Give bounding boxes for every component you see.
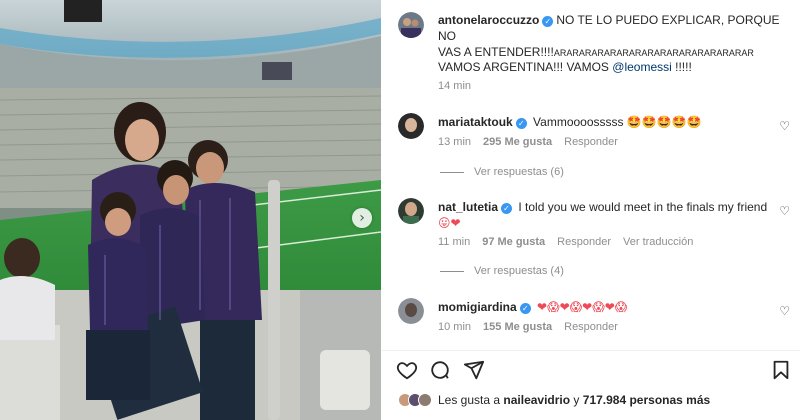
comment-avatar[interactable] (398, 113, 424, 139)
stadium-photo-image (0, 0, 381, 420)
likes-middle: y (570, 393, 583, 407)
comment-body: momigiardina ✓ ❤😱❤😱❤😱❤😱 (438, 299, 773, 315)
comment-body: mariataktouk ✓ Vammoooosssss 🤩🤩🤩🤩🤩 (438, 114, 773, 130)
paper-plane-icon[interactable] (463, 359, 485, 381)
star-struck-emoji-icon: 🤩🤩🤩🤩🤩 (626, 115, 702, 129)
comment-avatar[interactable] (398, 298, 424, 324)
comment-likes[interactable]: 155 Me gusta (483, 321, 552, 333)
caption-line-2-chant: ARARARARARARARARARARARARARARARAR (553, 48, 754, 58)
verified-badge-icon: ✓ (501, 203, 513, 214)
post-photo: › (0, 0, 381, 420)
likes-count[interactable]: 717.984 personas más (583, 393, 710, 407)
reply-button[interactable]: Responder (557, 236, 611, 248)
comment-likes[interactable]: 295 Me gusta (483, 136, 552, 148)
like-comment-heart-icon[interactable]: ♡ (779, 204, 790, 218)
liker-username[interactable]: naileavidrio (503, 393, 570, 407)
comment-time: 11 min (438, 236, 471, 248)
comment-time: 10 min (438, 321, 472, 333)
tongue-face-heart-emoji-icon: 😛❤ (438, 216, 461, 230)
post-caption: antonelaroccuzzo ✓ NO TE LO PUEDO EXPLICAR… (438, 12, 788, 61)
verified-badge-icon: ✓ (542, 16, 554, 27)
likes-summary: Les gusta a naileavidrio y 717.984 perso… (398, 393, 710, 407)
replies-line (440, 270, 464, 272)
see-translation-button[interactable]: Ver traducción (623, 236, 693, 248)
caption-line-3: VAMOS ARGENTINA!!! VAMOS @leomessi !!!!! (438, 60, 692, 74)
comment-meta: 13 min 295 Me gusta Responder (438, 136, 630, 148)
author-username[interactable]: antonelaroccuzzo (438, 13, 539, 27)
verified-badge-icon: ✓ (515, 118, 527, 129)
caption-line-2: VAS A ENTENDER!!!! (438, 45, 554, 59)
caption-line-3-end: !!!!! (671, 60, 692, 74)
post-time: 14 min (438, 80, 472, 92)
comment-meta: 10 min 155 Me gusta Responder (438, 321, 630, 333)
caption-line-3-text: VAMOS ARGENTINA!!! VAMOS (438, 60, 613, 74)
comment-body: nat_lutetia ✓ I told you we would meet in… (438, 199, 773, 231)
comment-text: I told you we would meet in the finals m… (518, 200, 768, 214)
view-replies-button[interactable]: Ver respuestas (6) (440, 166, 564, 178)
view-replies-label: Ver respuestas (4) (474, 265, 564, 277)
comment-likes[interactable]: 97 Me gusta (482, 236, 545, 248)
reply-button[interactable]: Responder (564, 321, 618, 333)
liker-avatar (418, 393, 432, 407)
likes-prefix: Les gusta a (438, 393, 504, 407)
heart-scream-emoji-icon: ❤😱❤😱❤😱❤😱 (537, 300, 628, 314)
bookmark-icon[interactable] (770, 359, 792, 381)
comment-avatar[interactable] (398, 198, 424, 224)
comment-meta: 11 min 97 Me gusta Responder Ver traducción (438, 236, 705, 248)
comment-username[interactable]: momigiardina (438, 300, 517, 314)
comment-username[interactable]: nat_lutetia (438, 200, 498, 214)
reply-button[interactable]: Responder (564, 136, 618, 148)
replies-line (440, 171, 464, 173)
comment-time: 13 min (438, 136, 472, 148)
view-replies-label: Ver respuestas (6) (474, 166, 564, 178)
comment-username[interactable]: mariataktouk (438, 115, 513, 129)
comment-bubble-icon[interactable] (429, 359, 451, 381)
like-comment-heart-icon[interactable]: ♡ (779, 119, 790, 133)
mention-link[interactable]: @leomessi (612, 60, 672, 74)
heart-outline-icon[interactable] (396, 359, 418, 381)
verified-badge-icon: ✓ (519, 303, 531, 314)
like-comment-heart-icon[interactable]: ♡ (779, 304, 790, 318)
comments-panel: antonelaroccuzzo ✓ NO TE LO PUEDO EXPLICAR… (382, 0, 800, 420)
next-photo-button[interactable]: › (352, 208, 372, 228)
actions-divider (382, 350, 800, 351)
view-replies-button[interactable]: Ver respuestas (4) (440, 265, 564, 277)
author-avatar[interactable] (398, 12, 424, 38)
likes-text: Les gusta a naileavidrio y 717.984 perso… (438, 393, 710, 407)
comment-text: Vammoooosssss (533, 115, 624, 129)
